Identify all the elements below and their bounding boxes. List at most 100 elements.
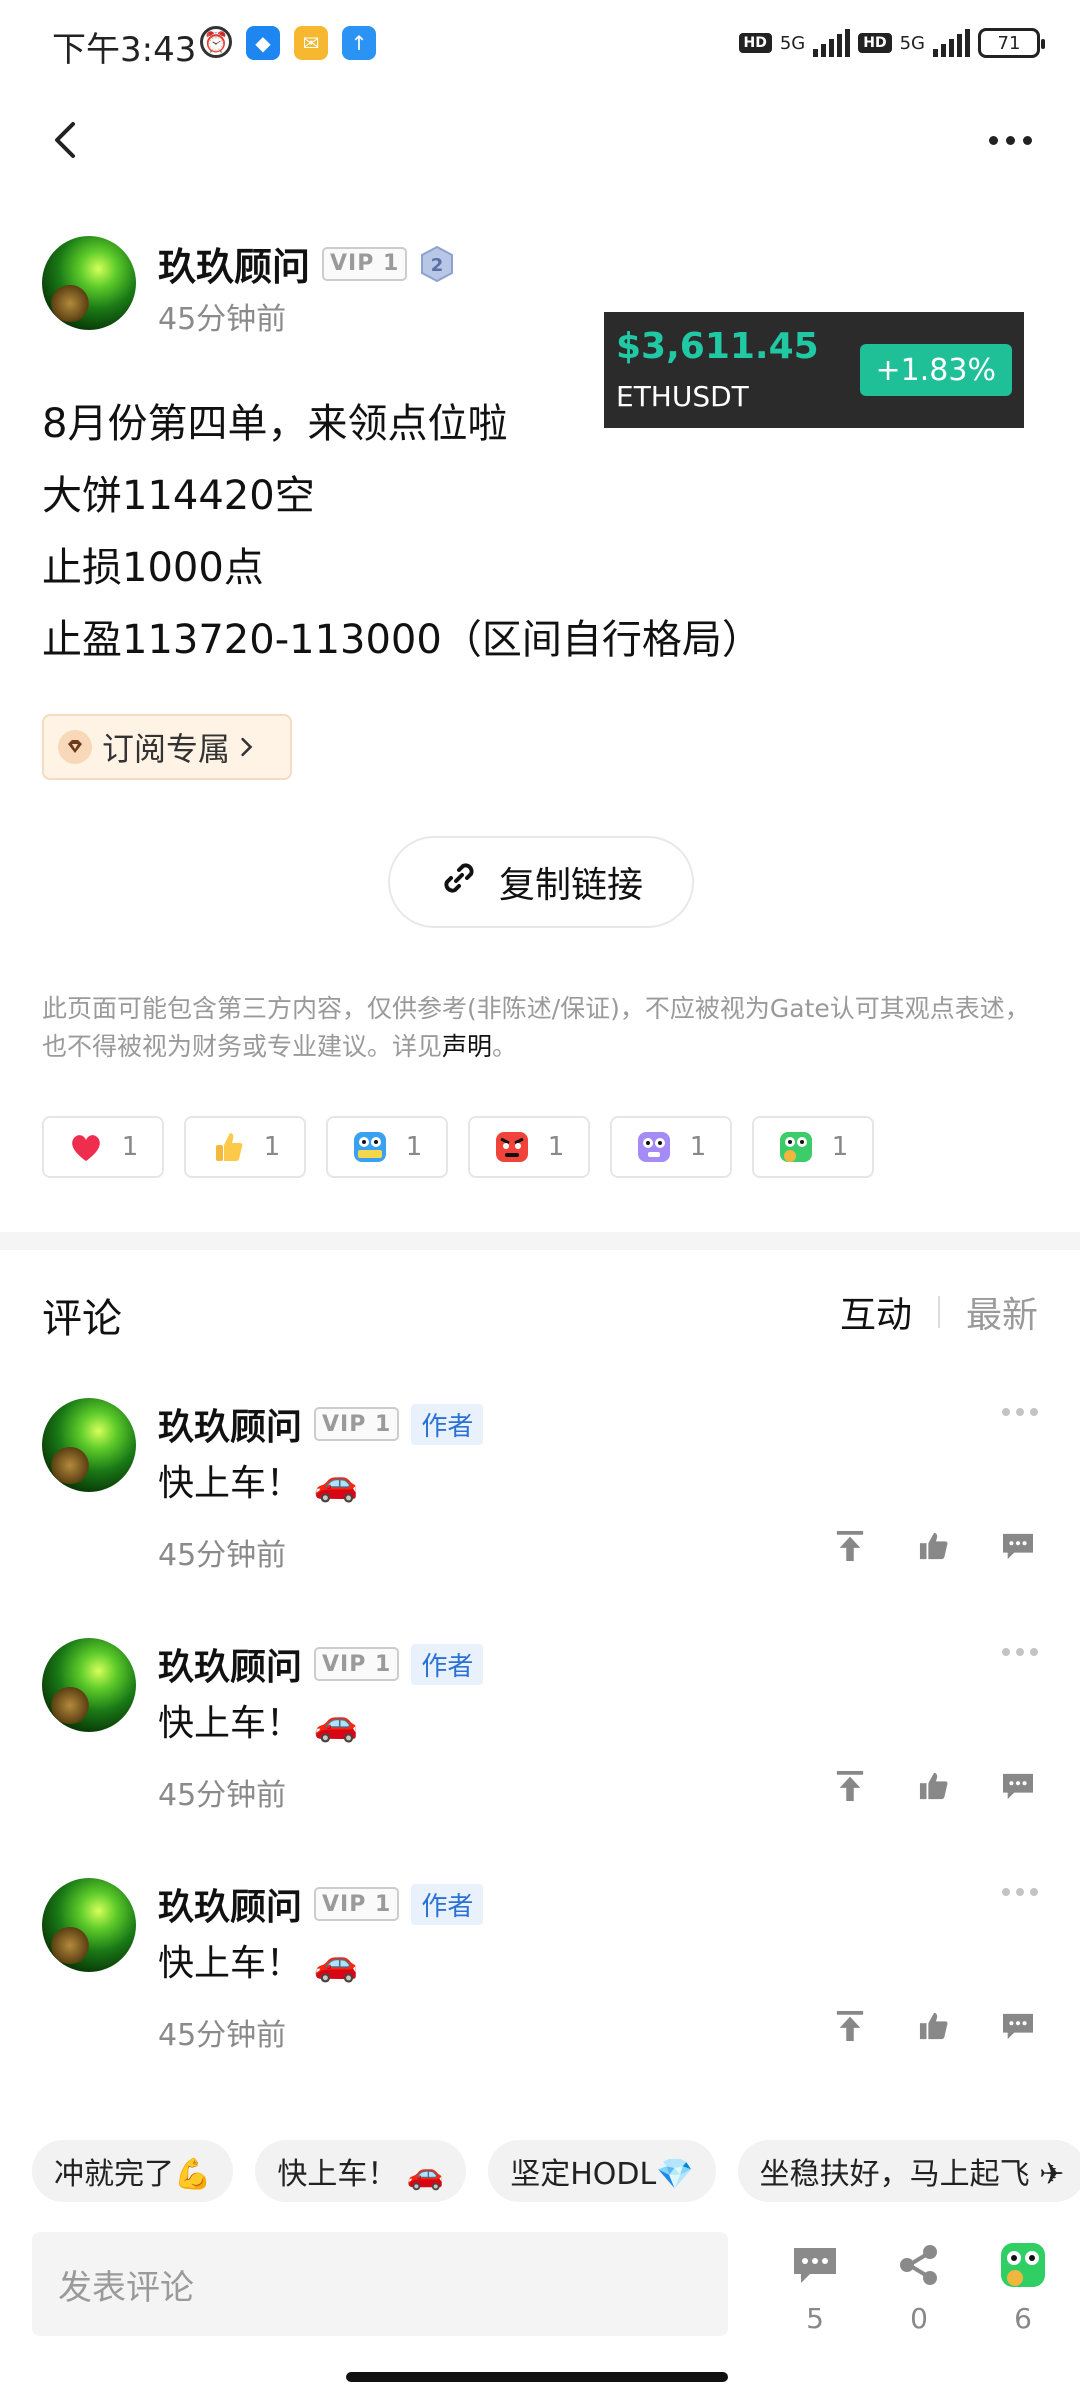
diamond-icon <box>58 730 92 764</box>
quick-reply-chip[interactable]: 坚定HODL💎 <box>488 2140 716 2202</box>
mail-icon: ✉ <box>294 26 328 60</box>
author-badge: 作者 <box>411 1883 484 1925</box>
quick-reply-chip[interactable]: 快上车！ 🚗 <box>255 2140 467 2202</box>
vip-badge: VIP 1 <box>314 1407 400 1441</box>
reaction-heart[interactable]: 1 <box>42 1116 164 1178</box>
reaction-ghost[interactable]: 1 <box>610 1116 732 1178</box>
author-badge: 作者 <box>411 1403 484 1445</box>
subscribe-exclusive-button[interactable]: 订阅专属 <box>42 714 292 780</box>
hd-icon: HD <box>858 33 892 53</box>
disclaimer-link[interactable]: 声明 <box>442 1032 492 1061</box>
reaction-count: 1 <box>547 1132 565 1162</box>
comment-author-row: 玖玖顾问 VIP 1 作者 <box>158 1878 484 1930</box>
vip-badge: VIP 1 <box>314 1887 400 1921</box>
comment-author[interactable]: 玖玖顾问 <box>158 1398 302 1450</box>
comment-sort-tabs: 互动 最新 <box>840 1286 1038 1338</box>
tab-interact[interactable]: 互动 <box>840 1286 912 1338</box>
signal-icon <box>813 29 851 57</box>
author-name[interactable]: 玖玖顾问 <box>158 236 310 291</box>
comment-more-button[interactable] <box>1002 1408 1038 1416</box>
comment-text: 快上车！ 🚗 <box>158 1943 359 1984</box>
ticker-change-badge: +1.83% <box>859 344 1012 396</box>
reaction-count: 1 <box>831 1132 849 1162</box>
comment-more-button[interactable] <box>1002 1648 1038 1656</box>
comment-author-row: 玖玖顾问 VIP 1 作者 <box>158 1638 484 1690</box>
app-notification-icon: ◆ <box>246 26 280 60</box>
share-button[interactable]: 0 <box>888 2240 950 2335</box>
comment-item: 玖玖顾问 VIP 1 作者 快上车！ 🚗 45分钟前 <box>42 1398 1038 1618</box>
reply-icon[interactable] <box>998 2006 1038 2046</box>
reaction-count: 1 <box>689 1132 707 1162</box>
author-badge: 作者 <box>411 1643 484 1685</box>
comments-title: 评论 <box>42 1296 122 1342</box>
comment-author[interactable]: 玖玖顾问 <box>158 1638 302 1690</box>
section-divider <box>0 1232 1080 1250</box>
reaction-count: 1 <box>405 1132 423 1162</box>
comment-count: 5 <box>806 2302 824 2335</box>
comment-text: 快上车！ 🚗 <box>158 1703 359 1744</box>
avatar[interactable] <box>42 1878 136 1972</box>
reaction-sick[interactable]: 1 <box>752 1116 874 1178</box>
hd-icon: HD <box>738 33 772 53</box>
thumbs-up-icon[interactable] <box>914 1526 954 1566</box>
chevron-left-icon <box>55 122 75 158</box>
network-label: 5G <box>779 32 806 54</box>
avatar[interactable] <box>42 1398 136 1492</box>
comment-icon <box>790 2240 840 2290</box>
quick-reply-chip[interactable]: 坐稳扶好，马上起飞 ✈ <box>737 2140 1080 2202</box>
tab-latest[interactable]: 最新 <box>966 1286 1038 1338</box>
chevron-right-icon <box>240 728 254 766</box>
copy-link-label: 复制链接 <box>498 865 643 906</box>
avatar[interactable] <box>42 236 136 330</box>
post-content: 8月份第四单，来领点位啦 大饼114420空 止损1000点 止盈113720-… <box>42 388 762 676</box>
quick-reply-bar: 冲就完了💪 快上车！ 🚗 坚定HODL💎 坐稳扶好，马上起飞 ✈ <box>32 2140 1080 2202</box>
comment-author-row: 玖玖顾问 VIP 1 作者 <box>158 1398 484 1450</box>
pin-top-icon[interactable] <box>830 2006 870 2046</box>
network-label: 5G <box>899 32 925 54</box>
home-indicator[interactable] <box>346 2372 728 2382</box>
thumbs-up-icon <box>210 1129 246 1165</box>
reply-icon[interactable] <box>998 1526 1038 1566</box>
reaction-count: 6 <box>1014 2302 1032 2335</box>
more-button[interactable] <box>980 120 1040 160</box>
reaction-bar: 1 1 1 1 1 1 <box>42 1116 874 1178</box>
disclaimer: 此页面可能包含第三方内容，仅供参考(非陈述/保证)，不应被视为Gate认可其观点… <box>42 990 1042 1066</box>
pin-top-icon[interactable] <box>830 1766 870 1806</box>
thumbs-up-icon[interactable] <box>914 1766 954 1806</box>
bottom-actions: 5 0 6 <box>784 2240 1054 2335</box>
quick-reply-chip[interactable]: 冲就完了💪 <box>32 2140 234 2202</box>
comment-more-button[interactable] <box>1002 1888 1038 1896</box>
comment-time: 45分钟前 <box>158 1538 287 1573</box>
author-name-row: 玖玖顾问 VIP 1 2 <box>158 236 455 291</box>
more-dot-icon <box>1005 135 1015 145</box>
more-dot-icon <box>1022 135 1032 145</box>
vip-badge: VIP 1 <box>314 1647 400 1681</box>
comment-input[interactable]: 发表评论 <box>32 2232 728 2336</box>
comment-time: 45分钟前 <box>158 1778 287 1813</box>
notification-icons: ⏰ ◆ ✉ ↑ <box>200 26 376 60</box>
comments-button[interactable]: 5 <box>784 2240 846 2335</box>
post-line: 大饼114420空 <box>42 473 315 519</box>
reaction-angry[interactable]: 1 <box>468 1116 590 1178</box>
heart-icon <box>68 1129 104 1165</box>
reply-icon[interactable] <box>998 1766 1038 1806</box>
pin-top-icon[interactable] <box>830 1526 870 1566</box>
back-button[interactable] <box>40 110 90 170</box>
reaction-thumbs-up[interactable]: 1 <box>184 1116 306 1178</box>
reaction-button[interactable]: 6 <box>992 2240 1054 2335</box>
comment-author[interactable]: 玖玖顾问 <box>158 1878 302 1930</box>
comment-item: 玖玖顾问 VIP 1 作者 快上车！ 🚗 45分钟前 <box>42 1878 1038 2098</box>
copy-link-button[interactable]: 复制链接 <box>388 836 694 928</box>
subscribe-label: 订阅专属 <box>102 730 231 768</box>
reaction-count: 1 <box>121 1132 139 1162</box>
battery-icon: 71 <box>978 28 1045 58</box>
ghost-face-icon <box>636 1129 672 1165</box>
vip-badge: VIP 1 <box>322 246 408 281</box>
reaction-hodl[interactable]: 1 <box>326 1116 448 1178</box>
share-count: 0 <box>910 2302 928 2335</box>
status-right: HD 5G HD 5G 71 <box>738 28 1045 58</box>
avatar[interactable] <box>42 1638 136 1732</box>
thumbs-up-icon[interactable] <box>914 2006 954 2046</box>
disclaimer-end: 。 <box>492 1032 518 1061</box>
reaction-count: 1 <box>263 1132 281 1162</box>
